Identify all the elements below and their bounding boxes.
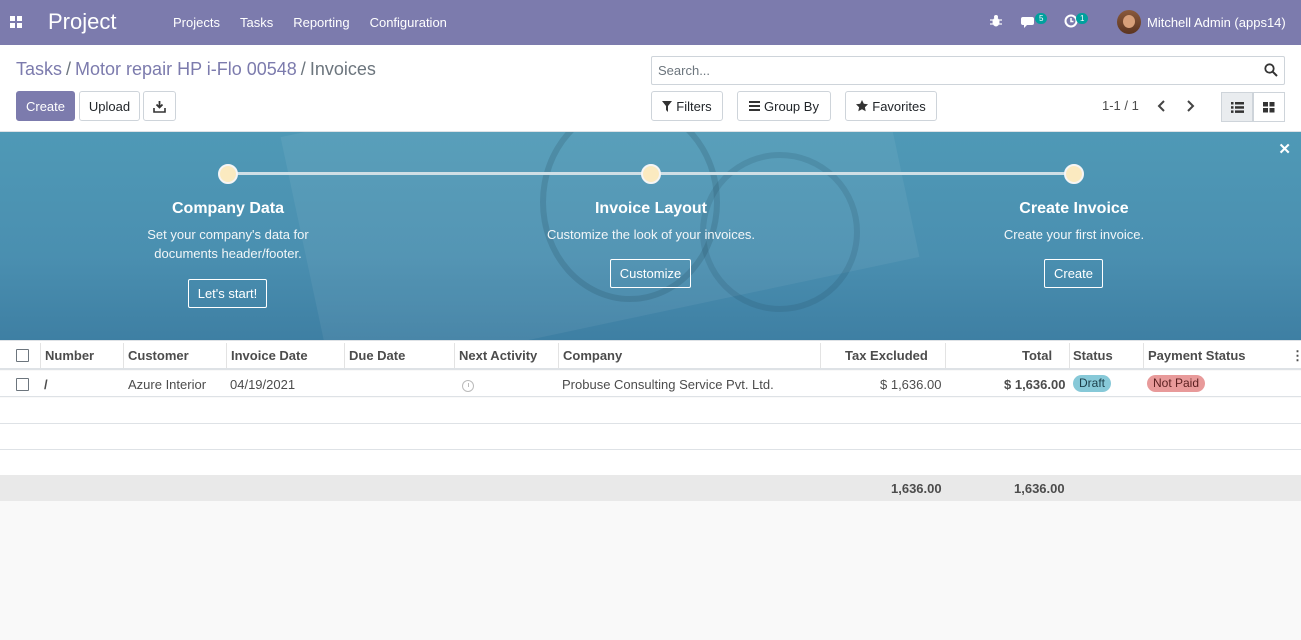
control-panel: Tasks / Motor repair HP i-Flo 00548/Invoic…: [0, 45, 1301, 132]
table-row[interactable]: / Azure Interior 04/19/2021 Probuse Cons…: [0, 371, 1301, 397]
menu-tasks[interactable]: Tasks: [240, 15, 273, 30]
create-button[interactable]: Create: [16, 91, 75, 121]
star-icon: [856, 100, 869, 112]
row-checkbox[interactable]: [16, 378, 29, 391]
avatar[interactable]: [1117, 10, 1141, 34]
cell-customer: Azure Interior: [128, 377, 207, 392]
lets-start-button[interactable]: Let's start!: [188, 279, 267, 308]
app-title: Project: [48, 9, 117, 34]
list-lines-icon: [749, 101, 761, 111]
col-company[interactable]: Company: [563, 348, 622, 363]
step-title-invoice: Create Invoice: [1019, 200, 1129, 217]
col-number[interactable]: Number: [45, 348, 94, 363]
top-navbar: Project Projects Tasks Reporting Configu…: [0, 0, 1301, 45]
step-dot-invoice: [1064, 164, 1084, 184]
optional-columns-icon[interactable]: ⋮: [1291, 348, 1301, 364]
step-desc-invoice: Create your first invoice.: [1003, 227, 1145, 242]
groupby-label: Group By: [764, 98, 819, 114]
menu-configuration[interactable]: Configuration: [370, 15, 447, 30]
download-icon: [153, 100, 166, 113]
groupby-button[interactable]: Group By: [737, 91, 831, 121]
breadcrumb-current: Invoices: [309, 59, 376, 79]
list-view-icon: [1230, 101, 1244, 113]
user-menu[interactable]: Mitchell Admin (apps14): [1147, 15, 1286, 30]
select-all-checkbox[interactable]: [16, 349, 29, 362]
list-view-button[interactable]: [1221, 92, 1253, 122]
search-box: [651, 56, 1285, 85]
pager-value[interactable]: 1-1 / 1: [1102, 98, 1139, 113]
col-total[interactable]: Total: [1022, 348, 1052, 363]
col-payment-status[interactable]: Payment Status: [1148, 348, 1246, 363]
kanban-view-button[interactable]: [1253, 92, 1285, 122]
menu-projects[interactable]: Projects: [173, 15, 220, 30]
empty-row: [0, 424, 1301, 450]
pager-next-icon[interactable]: [1185, 100, 1195, 112]
favorites-label: Favorites: [872, 98, 926, 114]
status-badge: Draft: [1073, 375, 1112, 392]
col-customer[interactable]: Customer: [128, 348, 189, 363]
cell-company: Probuse Consulting Service Pvt. Ltd.: [562, 377, 774, 392]
breadcrumb-task[interactable]: Motor repair HP i-Flo 00548: [75, 59, 297, 79]
apps-menu-icon[interactable]: [10, 16, 23, 29]
filters-button[interactable]: Filters: [651, 91, 723, 121]
cell-tax-excluded: $ 1,636.00: [880, 377, 942, 392]
menu-reporting[interactable]: Reporting: [293, 15, 349, 30]
step-desc-layout: Customize the look of your invoices.: [546, 227, 756, 242]
col-next-activity[interactable]: Next Activity: [459, 348, 537, 363]
col-due-date[interactable]: Due Date: [349, 348, 405, 363]
cell-total: $ 1,636.00: [1004, 377, 1066, 392]
activity-clock-icon[interactable]: [462, 380, 474, 392]
messages-badge: 5: [1035, 13, 1048, 24]
create-invoice-button[interactable]: Create: [1044, 259, 1103, 288]
step-dot-layout: [641, 164, 661, 184]
breadcrumb-tasks[interactable]: Tasks: [16, 59, 62, 79]
col-status[interactable]: Status: [1073, 348, 1113, 363]
footer-tax-excluded: 1,636.00: [891, 481, 942, 496]
upload-button[interactable]: Upload: [79, 91, 140, 121]
footer-total: 1,636.00: [1014, 481, 1065, 496]
col-invoice-date[interactable]: Invoice Date: [231, 348, 308, 363]
customize-button[interactable]: Customize: [610, 259, 691, 288]
filter-icon: [662, 100, 673, 112]
step-desc-company: Set your company's data for documents he…: [147, 227, 309, 261]
table-header: Number Customer Invoice Date Due Date Ne…: [0, 340, 1301, 370]
payment-status-badge: Not Paid: [1147, 375, 1206, 392]
empty-row: [0, 398, 1301, 424]
breadcrumb: Tasks / Motor repair HP i-Flo 00548/Invoic…: [16, 59, 376, 79]
empty-row: [0, 450, 1301, 476]
onboarding-banner: ✕ Company Data Set your company's data f…: [0, 132, 1301, 340]
step-dot-company: [218, 164, 238, 184]
step-title-company: Company Data: [171, 200, 285, 217]
search-input[interactable]: [656, 57, 1256, 84]
pager-previous-icon[interactable]: [1157, 100, 1167, 112]
cell-number: /: [44, 377, 48, 392]
main-menu: Projects Tasks Reporting Configuration: [173, 15, 467, 30]
activities-badge: 1: [1076, 13, 1089, 24]
bug-icon[interactable]: [989, 14, 1003, 28]
close-icon[interactable]: ✕: [1278, 140, 1291, 158]
table-footer: 1,636.00 1,636.00: [0, 475, 1301, 501]
kanban-view-icon: [1263, 101, 1275, 112]
search-icon[interactable]: [1264, 63, 1278, 77]
filters-label: Filters: [676, 98, 712, 114]
download-button[interactable]: [143, 91, 176, 121]
step-title-layout: Invoice Layout: [594, 200, 708, 217]
col-tax-excluded[interactable]: Tax Excluded: [845, 348, 928, 363]
cell-invoice-date: 04/19/2021: [230, 377, 296, 392]
favorites-button[interactable]: Favorites: [845, 91, 937, 121]
